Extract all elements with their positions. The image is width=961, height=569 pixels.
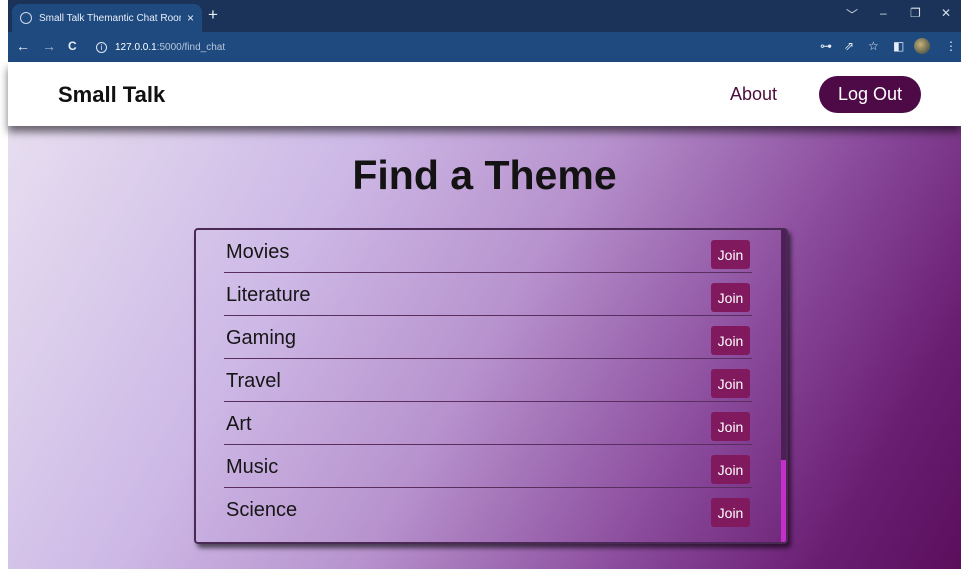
browser-toolbar: ← → C i 127.0.0.1 :5000/find_chat ⊶ ⇗ ☆ … — [8, 32, 961, 62]
about-link[interactable]: About — [730, 84, 777, 105]
theme-row: Music Join — [224, 445, 752, 488]
tab-strip: Small Talk Themantic Chat Room × + ﹀ – ❐… — [8, 0, 961, 32]
close-window-icon[interactable]: ✕ — [941, 6, 951, 20]
restore-icon[interactable]: ❐ — [910, 6, 921, 20]
join-button[interactable]: Join — [711, 498, 750, 527]
main-content: Find a Theme Movies Join Literature Join Gam… — [8, 126, 961, 569]
theme-row: Literature Join — [224, 273, 752, 316]
theme-name: Art — [226, 413, 252, 435]
browser-tab[interactable]: Small Talk Themantic Chat Room × — [12, 4, 202, 32]
forward-icon[interactable]: → — [42, 39, 56, 53]
key-icon[interactable]: ⊶ — [820, 40, 832, 52]
theme-name: Music — [226, 456, 279, 478]
theme-list: Movies Join Literature Join Gaming Join Travel… — [196, 230, 780, 531]
address-bar[interactable]: i 127.0.0.1 :5000/find_chat — [96, 37, 816, 57]
join-button[interactable]: Join — [711, 369, 750, 398]
theme-row: Gaming Join — [224, 316, 752, 359]
scrollbar-thumb[interactable] — [781, 460, 786, 542]
theme-row: Travel Join — [224, 359, 752, 402]
tab-title: Small Talk Themantic Chat Room — [39, 12, 181, 24]
theme-name: Literature — [226, 284, 311, 306]
url-host: 127.0.0.1 — [115, 41, 157, 53]
back-icon[interactable]: ← — [16, 39, 30, 53]
scrollbar-track[interactable] — [781, 230, 786, 542]
site-header: Small Talk About Log Out — [8, 62, 961, 126]
tab-search-icon[interactable]: ﹀ — [846, 6, 858, 23]
page-title: Find a Theme — [352, 152, 617, 198]
profile-avatar-icon[interactable] — [914, 38, 930, 54]
brand-logo[interactable]: Small Talk — [58, 82, 165, 108]
globe-icon — [20, 12, 32, 24]
join-button[interactable]: Join — [711, 283, 750, 312]
theme-row: Movies Join — [224, 230, 752, 273]
share-icon[interactable]: ⇗ — [844, 40, 854, 52]
new-tab-icon[interactable]: + — [208, 5, 218, 25]
theme-list-panel[interactable]: Movies Join Literature Join Gaming Join Travel… — [194, 228, 788, 544]
join-button[interactable]: Join — [711, 455, 750, 484]
menu-icon[interactable]: ⋮ — [945, 40, 957, 52]
join-button[interactable]: Join — [711, 412, 750, 441]
theme-row: Art Join — [224, 402, 752, 445]
theme-name: Gaming — [226, 327, 297, 349]
close-tab-icon[interactable]: × — [187, 11, 194, 25]
logout-button[interactable]: Log Out — [819, 76, 921, 113]
reload-icon[interactable]: C — [68, 39, 77, 53]
theme-name: Travel — [226, 370, 281, 392]
minimize-icon[interactable]: – — [880, 6, 887, 20]
info-icon[interactable]: i — [96, 41, 107, 53]
join-button[interactable]: Join — [711, 326, 750, 355]
theme-name: Science — [226, 499, 298, 521]
side-panel-icon[interactable]: ◧ — [893, 40, 904, 52]
theme-row: Science Join — [224, 488, 752, 531]
theme-name: Movies — [226, 241, 290, 263]
url-path: :5000/find_chat — [156, 41, 226, 53]
join-button[interactable]: Join — [711, 240, 750, 269]
browser-window: Small Talk Themantic Chat Room × + ﹀ – ❐… — [8, 0, 961, 569]
star-icon[interactable]: ☆ — [868, 40, 879, 52]
